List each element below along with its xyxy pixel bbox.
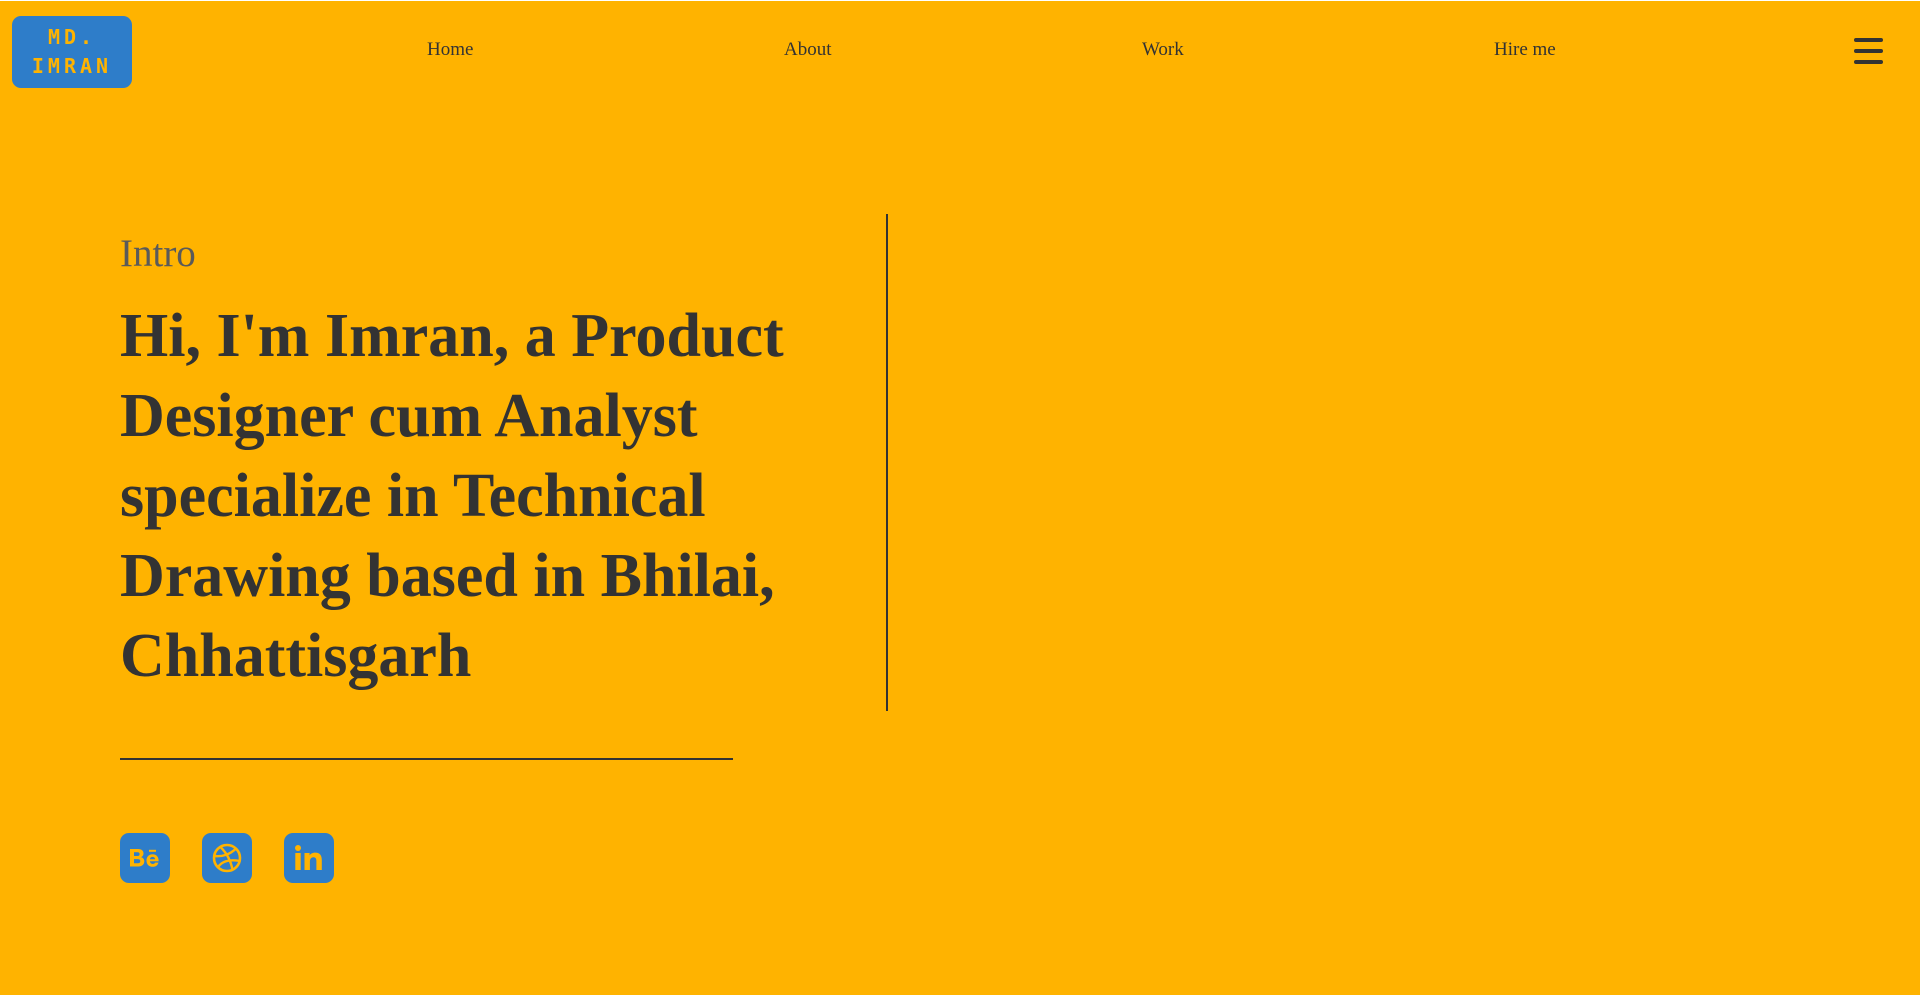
nav-work-link[interactable]: Work <box>1142 39 1184 61</box>
linkedin-link[interactable] <box>284 833 334 883</box>
behance-link[interactable] <box>120 833 170 883</box>
vertical-divider <box>886 214 888 711</box>
hamburger-menu-icon[interactable] <box>1854 38 1883 65</box>
behance-icon <box>130 849 159 867</box>
horizontal-divider <box>120 758 733 760</box>
hero-headline: Hi, I'm Imran, a Product Designer cum An… <box>120 302 784 690</box>
nav-home-link[interactable]: Home <box>427 39 473 61</box>
intro-label: Intro <box>120 232 196 275</box>
nav-about-link[interactable]: About <box>784 39 832 61</box>
dribbble-icon <box>212 843 242 873</box>
dribbble-link[interactable] <box>202 833 252 883</box>
page-background: MD. IMRAN Home About Work Hire me Intro … <box>0 1 1920 995</box>
nav-hire-me-link[interactable]: Hire me <box>1494 39 1556 61</box>
linkedin-icon <box>295 845 322 870</box>
main-nav: Home About Work Hire me <box>0 39 1920 67</box>
